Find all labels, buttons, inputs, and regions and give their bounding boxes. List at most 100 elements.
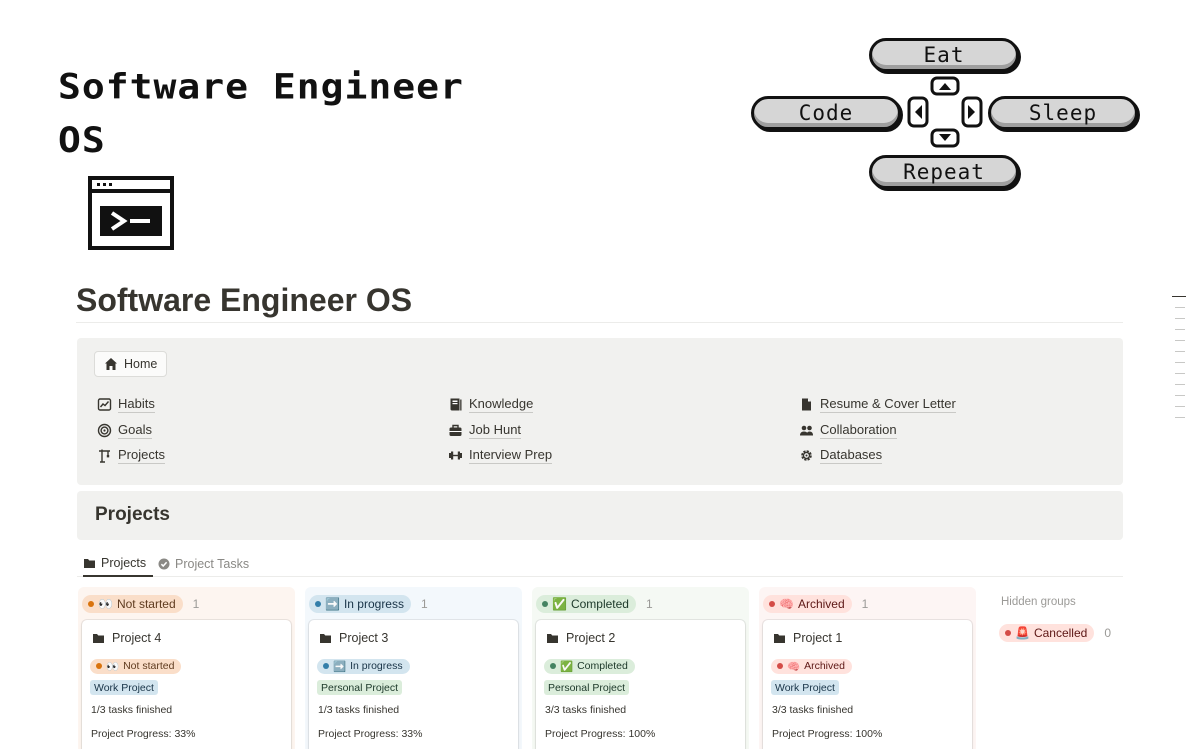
code-button[interactable]: Code bbox=[751, 96, 901, 130]
column-count: 1 bbox=[192, 597, 200, 611]
status-pill: ➡️ In progress bbox=[317, 658, 410, 674]
nav-link-collaboration[interactable]: Collaboration bbox=[799, 418, 956, 444]
home-button[interactable]: Home bbox=[94, 351, 168, 377]
gear-icon bbox=[801, 450, 812, 462]
nav-link-projects[interactable]: Projects bbox=[97, 443, 165, 469]
card-title: Project 3 bbox=[319, 631, 388, 645]
status-dot bbox=[777, 663, 783, 669]
column-header: ➡️ In progress 1 bbox=[309, 595, 428, 613]
folder-icon bbox=[547, 634, 558, 643]
status-emoji: 🚨 bbox=[1015, 626, 1030, 640]
status-pill[interactable]: 👀 Not started bbox=[82, 595, 183, 613]
repeat-button[interactable]: Repeat bbox=[869, 155, 1019, 189]
nav-link-resume[interactable]: Resume & Cover Letter bbox=[799, 392, 956, 418]
projects-callout: Projects bbox=[77, 491, 1123, 540]
card-title-text: Project 3 bbox=[339, 631, 389, 645]
status-emoji: ✅ bbox=[560, 660, 574, 673]
briefcase-icon bbox=[449, 424, 462, 436]
project-card[interactable]: Project 4 👀 Not started Work Project 1/3 … bbox=[82, 620, 291, 749]
card-status: ✅ Completed bbox=[544, 656, 635, 674]
eat-button[interactable]: Eat bbox=[869, 38, 1019, 72]
status-emoji: ➡️ bbox=[325, 597, 340, 611]
status-emoji: ➡️ bbox=[333, 660, 347, 673]
document-icon bbox=[802, 398, 811, 411]
status-emoji: 👀 bbox=[106, 660, 120, 673]
nav-link-label: Goals bbox=[118, 421, 152, 439]
nav-link-interview-prep[interactable]: Interview Prep bbox=[448, 443, 553, 469]
view-tabs: Projects Project Tasks bbox=[77, 550, 1123, 577]
tasks-finished: 3/3 tasks finished bbox=[772, 704, 854, 716]
card-status: 🧠 Archived bbox=[771, 656, 852, 674]
status-label: Completed bbox=[577, 660, 628, 672]
check-circle-icon bbox=[158, 558, 170, 569]
page-outline-indicator[interactable] bbox=[1172, 296, 1186, 428]
project-type-tag: Work Project bbox=[771, 680, 839, 695]
column-count: 1 bbox=[645, 597, 653, 611]
nav-link-label: Interview Prep bbox=[469, 447, 553, 465]
nav-link-label: Collaboration bbox=[820, 421, 897, 439]
status-dot bbox=[769, 601, 775, 607]
crane-icon bbox=[99, 449, 110, 463]
dpad-icon bbox=[907, 76, 983, 148]
folder-icon bbox=[84, 558, 95, 568]
hidden-groups-label: Hidden groups bbox=[1001, 596, 1076, 608]
nav-column-3: Resume & Cover Letter Collaboration Data… bbox=[799, 392, 956, 469]
status-label: In progress bbox=[350, 660, 403, 672]
project-type-tag: Personal Project bbox=[544, 680, 630, 695]
banner-title: Software Engineer OS bbox=[58, 60, 464, 167]
card-status: ➡️ In progress bbox=[317, 656, 410, 674]
status-dot bbox=[323, 663, 329, 669]
status-label: In progress bbox=[343, 597, 404, 611]
hidden-group-cancelled[interactable]: 🚨 Cancelled 0 bbox=[999, 624, 1111, 642]
nav-link-label: Knowledge bbox=[469, 396, 534, 414]
dumbbell-icon bbox=[449, 451, 462, 460]
nav-link-label: Resume & Cover Letter bbox=[820, 396, 956, 414]
board-column-completed: ✅ Completed 1 Project 2 ✅ Completed Person… bbox=[532, 587, 749, 749]
project-card[interactable]: Project 1 🧠 Archived Work Project 3/3 tas… bbox=[763, 620, 972, 749]
status-pill[interactable]: 🚨 Cancelled bbox=[999, 624, 1095, 642]
tab-projects[interactable]: Projects bbox=[83, 550, 154, 577]
status-dot bbox=[542, 601, 548, 607]
status-pill[interactable]: ✅ Completed bbox=[536, 595, 636, 613]
status-pill[interactable]: ➡️ In progress bbox=[309, 595, 411, 613]
status-emoji: 👀 bbox=[98, 597, 113, 611]
status-label: Completed bbox=[570, 597, 629, 611]
nav-link-label: Job Hunt bbox=[469, 421, 522, 439]
tasks-finished: 1/3 tasks finished bbox=[91, 704, 173, 716]
tasks-finished: 1/3 tasks finished bbox=[318, 704, 400, 716]
nav-link-databases[interactable]: Databases bbox=[799, 443, 956, 469]
project-card[interactable]: Project 2 ✅ Completed Personal Project 3/… bbox=[536, 620, 745, 749]
card-title-text: Project 1 bbox=[793, 631, 843, 645]
project-progress: Project Progress: 100% bbox=[772, 728, 883, 740]
nav-link-job-hunt[interactable]: Job Hunt bbox=[448, 418, 552, 444]
column-header: ✅ Completed 1 bbox=[536, 595, 653, 613]
status-dot bbox=[1005, 630, 1011, 636]
status-label: Archived bbox=[804, 660, 845, 672]
project-card[interactable]: Project 3 ➡️ In progress Personal Project… bbox=[309, 620, 518, 749]
sleep-button[interactable]: Sleep bbox=[988, 96, 1138, 130]
nav-link-label: Databases bbox=[820, 447, 883, 465]
folder-icon bbox=[320, 634, 331, 643]
status-emoji: 🧠 bbox=[787, 660, 801, 673]
status-label: Not started bbox=[123, 660, 175, 672]
project-type-tag: Work Project bbox=[90, 680, 158, 695]
column-count: 1 bbox=[861, 597, 869, 611]
status-dot bbox=[88, 601, 94, 607]
people-icon bbox=[800, 425, 813, 436]
status-pill[interactable]: 🧠 Archived bbox=[763, 595, 852, 613]
status-dot bbox=[315, 601, 321, 607]
project-progress: Project Progress: 33% bbox=[318, 728, 423, 740]
nav-link-knowledge[interactable]: Knowledge bbox=[448, 392, 552, 418]
nav-link-goals[interactable]: Goals bbox=[97, 418, 165, 444]
tab-project-tasks[interactable]: Project Tasks bbox=[158, 550, 249, 577]
book-icon bbox=[450, 398, 462, 411]
board-column-not-started: 👀 Not started 1 Project 4 👀 Not started Wo… bbox=[78, 587, 295, 749]
status-emoji: ✅ bbox=[552, 597, 567, 611]
title-divider bbox=[76, 322, 1123, 323]
tasks-finished: 3/3 tasks finished bbox=[545, 704, 627, 716]
board-column-archived: 🧠 Archived 1 Project 1 🧠 Archived Work Pro… bbox=[759, 587, 976, 749]
tab-label: Projects bbox=[101, 555, 147, 570]
card-status: 👀 Not started bbox=[90, 656, 182, 674]
nav-link-habits[interactable]: Habits bbox=[97, 392, 165, 418]
status-pill: 👀 Not started bbox=[90, 658, 182, 674]
